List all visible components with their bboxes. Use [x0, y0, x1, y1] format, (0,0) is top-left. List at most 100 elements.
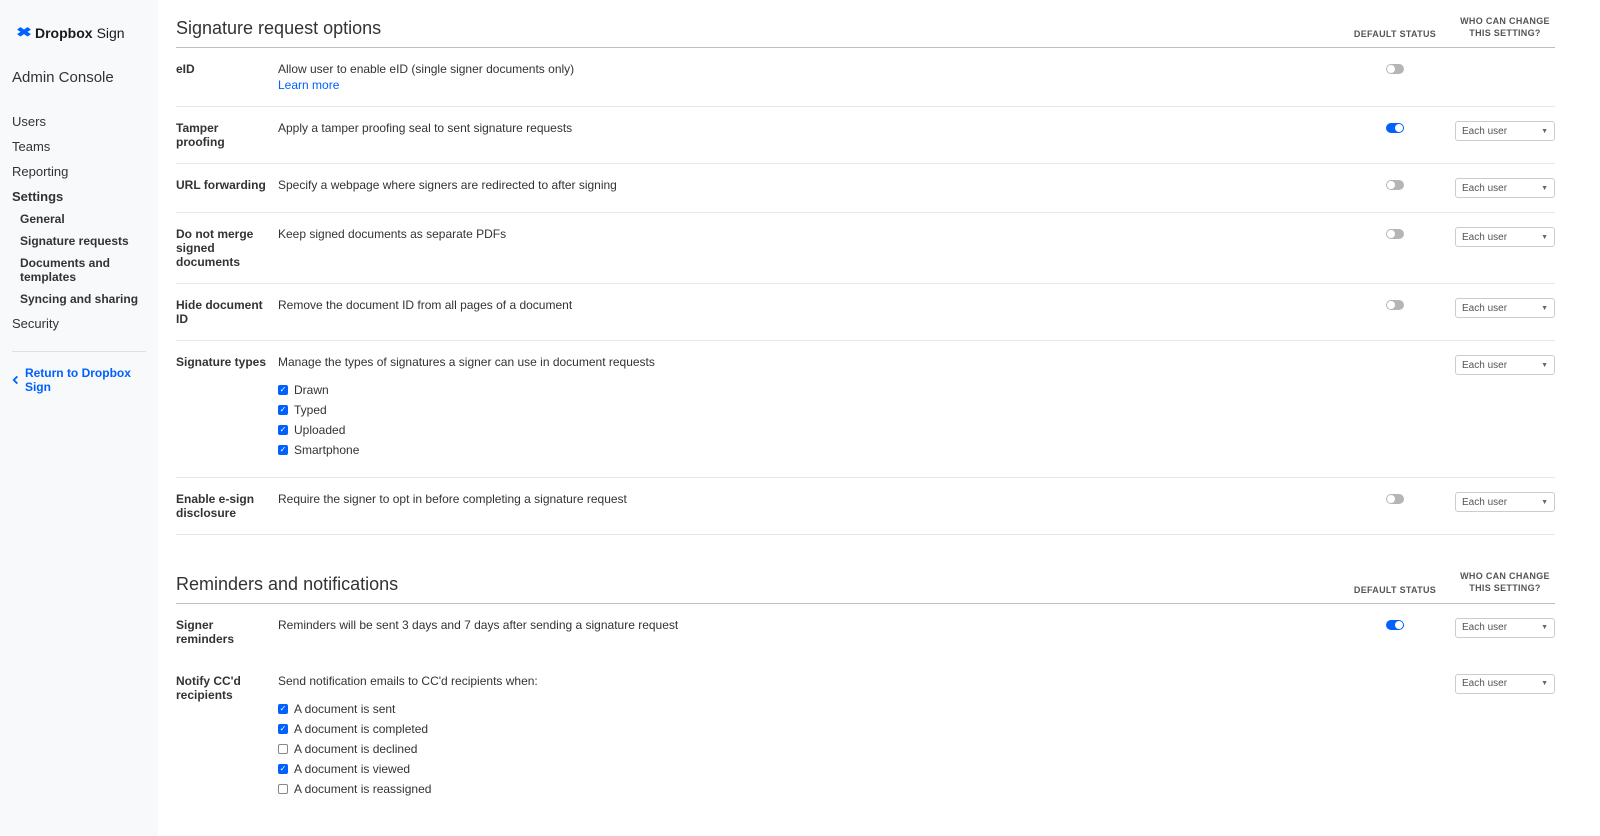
desc-sigtypes: Manage the types of signatures a signer …: [278, 355, 1335, 463]
toggle-merge[interactable]: [1386, 229, 1404, 239]
checkbox-typed[interactable]: [278, 405, 288, 415]
label-merge: Do not merge signed documents: [176, 227, 278, 269]
checkbox-viewed[interactable]: [278, 764, 288, 774]
col-default-status: DEFAULT STATUS: [1335, 29, 1455, 39]
opt-drawn: Drawn: [294, 383, 329, 397]
opt-completed: A document is completed: [294, 722, 428, 736]
desc-eid-text: Allow user to enable eID (single signer …: [278, 62, 574, 76]
main-content: Signature request options DEFAULT STATUS…: [158, 0, 1600, 836]
dropdown-tamper[interactable]: Each user ▼: [1455, 121, 1555, 141]
dropdown-label: Each user: [1462, 183, 1507, 194]
desc-notify-text: Send notification emails to CC'd recipie…: [278, 674, 538, 688]
toggle-esign[interactable]: [1386, 494, 1404, 504]
learn-more-eid[interactable]: Learn more: [278, 78, 1335, 92]
opt-smartphone: Smartphone: [294, 443, 359, 457]
label-reminders: Signer reminders: [176, 618, 278, 646]
toggle-tamper[interactable]: [1386, 123, 1404, 133]
label-url: URL forwarding: [176, 178, 278, 198]
label-eid: eID: [176, 62, 278, 92]
row-signature-types: Signature types Manage the types of sign…: [176, 341, 1555, 478]
dropdown-label: Each user: [1462, 497, 1507, 508]
col-default-status2: DEFAULT STATUS: [1335, 585, 1455, 595]
desc-url: Specify a webpage where signers are redi…: [278, 178, 1335, 198]
checkbox-declined[interactable]: [278, 744, 288, 754]
dropdown-merge[interactable]: Each user ▼: [1455, 227, 1555, 247]
checkbox-smartphone[interactable]: [278, 445, 288, 455]
return-link[interactable]: Return to Dropbox Sign: [12, 366, 146, 394]
dropdown-label: Each user: [1462, 303, 1507, 314]
subnav-signature-requests[interactable]: Signature requests: [20, 234, 146, 248]
row-url-forwarding: URL forwarding Specify a webpage where s…: [176, 164, 1555, 213]
col-who2: WHO CAN CHANGE THIS SETTING?: [1455, 571, 1555, 594]
nav-teams[interactable]: Teams: [12, 139, 146, 154]
opt-viewed: A document is viewed: [294, 762, 410, 776]
col-who: WHO CAN CHANGE THIS SETTING?: [1455, 16, 1555, 39]
section-title-reminders: Reminders and notifications: [176, 574, 1335, 595]
toggle-url[interactable]: [1386, 180, 1404, 190]
dropdown-url[interactable]: Each user▼: [1455, 178, 1555, 198]
row-notify-cc: Notify CC'd recipients Send notification…: [176, 660, 1555, 816]
nav-settings[interactable]: Settings General Signature requests Docu…: [12, 189, 146, 306]
dropdown-reminders[interactable]: Each user ▼: [1455, 618, 1555, 638]
toggle-hide[interactable]: [1386, 300, 1404, 310]
desc-notify: Send notification emails to CC'd recipie…: [278, 674, 1335, 802]
sidebar: Dropbox Sign Admin Console Users Teams R…: [0, 0, 158, 836]
caret-down-icon: ▼: [1541, 624, 1548, 631]
dropdown-label: Each user: [1462, 622, 1507, 633]
dropdown-notify[interactable]: Each user ▼: [1455, 674, 1555, 694]
desc-merge: Keep signed documents as separate PDFs: [278, 227, 1335, 269]
console-title: Admin Console: [12, 69, 146, 86]
row-eid: eID Allow user to enable eID (single sig…: [176, 48, 1555, 107]
label-tamper: Tamper proofing: [176, 121, 278, 149]
label-esign: Enable e-sign disclosure: [176, 492, 278, 520]
caret-down-icon: ▼: [1541, 362, 1548, 369]
toggle-reminders[interactable]: [1386, 620, 1404, 630]
caret-down-icon: ▼: [1541, 305, 1548, 312]
toggle-eid[interactable]: [1386, 64, 1404, 74]
section-header-reminders: Reminders and notifications DEFAULT STAT…: [176, 571, 1555, 603]
opt-uploaded: Uploaded: [294, 423, 345, 437]
dropdown-hide[interactable]: Each user ▼: [1455, 298, 1555, 318]
row-tamper: Tamper proofing Apply a tamper proofing …: [176, 107, 1555, 164]
checkbox-drawn[interactable]: [278, 385, 288, 395]
dropdown-sigtypes[interactable]: Each user▼: [1455, 355, 1555, 375]
dropdown-label: Each user: [1462, 126, 1507, 137]
chevron-left-icon: [12, 375, 21, 385]
row-merge: Do not merge signed documents Keep signe…: [176, 213, 1555, 284]
nav-users[interactable]: Users: [12, 114, 146, 129]
desc-tamper: Apply a tamper proofing seal to sent sig…: [278, 121, 1335, 149]
row-hide-id: Hide document ID Remove the document ID …: [176, 284, 1555, 341]
section-header-options: Signature request options DEFAULT STATUS…: [176, 16, 1555, 48]
nav-settings-label: Settings: [12, 189, 63, 204]
label-sigtypes: Signature types: [176, 355, 278, 463]
checkbox-reassigned[interactable]: [278, 784, 288, 794]
opt-declined: A document is declined: [294, 742, 417, 756]
checkbox-uploaded[interactable]: [278, 425, 288, 435]
dropdown-esign[interactable]: Each user▼: [1455, 492, 1555, 512]
return-link-label: Return to Dropbox Sign: [25, 366, 146, 394]
section-title: Signature request options: [176, 18, 1335, 39]
row-esign: Enable e-sign disclosure Require the sig…: [176, 478, 1555, 535]
subnav-documents-templates[interactable]: Documents and templates: [20, 256, 146, 284]
caret-down-icon: ▼: [1541, 128, 1548, 135]
dropdown-label: Each user: [1462, 678, 1507, 689]
logo[interactable]: Dropbox Sign: [12, 25, 146, 41]
checkbox-completed[interactable]: [278, 724, 288, 734]
caret-down-icon: ▼: [1541, 680, 1548, 687]
subnav-syncing-sharing[interactable]: Syncing and sharing: [20, 292, 146, 306]
desc-eid: Allow user to enable eID (single signer …: [278, 62, 1335, 92]
desc-sigtypes-text: Manage the types of signatures a signer …: [278, 355, 655, 369]
brand-main: Dropbox: [35, 25, 93, 41]
desc-esign: Require the signer to opt in before comp…: [278, 492, 1335, 520]
desc-reminders: Reminders will be sent 3 days and 7 days…: [278, 618, 1335, 646]
subnav-general[interactable]: General: [20, 212, 146, 226]
checkbox-sent[interactable]: [278, 704, 288, 714]
caret-down-icon: ▼: [1541, 234, 1548, 241]
nav-security[interactable]: Security: [12, 316, 146, 331]
opt-sent: A document is sent: [294, 702, 395, 716]
brand-sub: Sign: [97, 25, 125, 41]
dropdown-label: Each user: [1462, 232, 1507, 243]
opt-reassigned: A document is reassigned: [294, 782, 431, 796]
row-reminders: Signer reminders Reminders will be sent …: [176, 604, 1555, 660]
nav-reporting[interactable]: Reporting: [12, 164, 146, 179]
